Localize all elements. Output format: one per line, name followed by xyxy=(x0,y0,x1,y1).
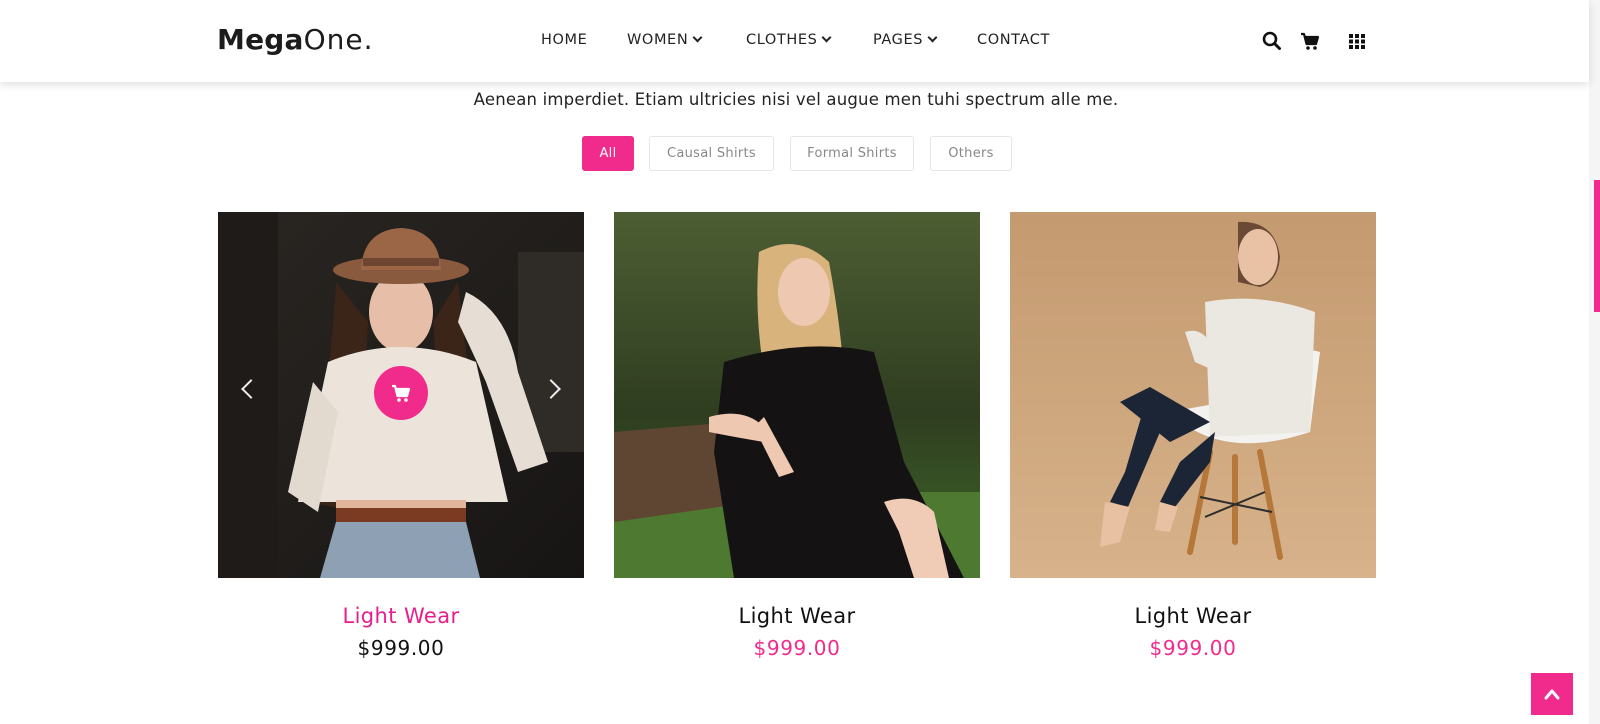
site-header: MegaOne. HOME WOMEN CLOTHES PAGES CONTAC… xyxy=(0,0,1589,82)
nav-item-label: CONTACT xyxy=(977,32,1050,48)
scrollbar[interactable] xyxy=(1589,0,1600,724)
product-price: $999.00 xyxy=(753,636,841,660)
back-to-top-button[interactable] xyxy=(1531,673,1573,715)
brand-logo-bold: Mega xyxy=(217,23,304,56)
grid-menu-icon[interactable] xyxy=(1346,30,1368,52)
product-card[interactable]: Light Wear $999.00 xyxy=(614,212,980,660)
nav-item-label: WOMEN xyxy=(627,32,689,48)
nav-item-home[interactable]: HOME xyxy=(541,32,587,48)
product-card[interactable]: Light Wear $999.00 xyxy=(1010,212,1376,660)
filter-others[interactable]: Others xyxy=(930,136,1012,171)
filter-causal-shirts[interactable]: Causal Shirts xyxy=(649,136,774,171)
product-price: $999.00 xyxy=(1149,636,1237,660)
brand-logo-light: One. xyxy=(303,23,374,56)
brand-logo[interactable]: MegaOne. xyxy=(217,24,374,56)
chevron-down-icon xyxy=(927,32,938,43)
product-image[interactable] xyxy=(1010,212,1376,578)
filter-all[interactable]: All xyxy=(582,136,634,171)
chevron-up-icon xyxy=(1544,689,1560,700)
search-icon[interactable] xyxy=(1261,30,1283,52)
product-price: $999.00 xyxy=(357,636,445,660)
nav-item-label: CLOTHES xyxy=(746,32,818,48)
chevron-down-icon xyxy=(692,32,703,43)
nav-item-contact[interactable]: CONTACT xyxy=(977,32,1050,48)
nav-item-label: HOME xyxy=(541,32,588,48)
product-name[interactable]: Light Wear xyxy=(218,604,584,628)
section-subtitle: Aenean imperdiet. Etiam ultricies nisi v… xyxy=(473,90,1119,109)
product-card[interactable]: Light Wear $999.00 xyxy=(218,212,584,660)
nav-item-label: PAGES xyxy=(873,32,924,48)
scrollbar-thumb[interactable] xyxy=(1594,180,1600,312)
product-name[interactable]: Light Wear xyxy=(1010,604,1376,628)
filter-formal-shirts[interactable]: Formal Shirts xyxy=(790,136,914,171)
cart-icon[interactable] xyxy=(1299,30,1321,52)
product-name[interactable]: Light Wear xyxy=(614,604,980,628)
nav-item-women[interactable]: WOMEN xyxy=(627,32,703,48)
cart-icon xyxy=(392,384,411,402)
nav-item-pages[interactable]: PAGES xyxy=(873,32,938,48)
product-image[interactable] xyxy=(614,212,980,578)
chevron-down-icon xyxy=(821,32,832,43)
nav-item-clothes[interactable]: CLOTHES xyxy=(746,32,832,48)
add-to-cart-button[interactable] xyxy=(374,366,428,420)
product-image[interactable] xyxy=(218,212,584,578)
